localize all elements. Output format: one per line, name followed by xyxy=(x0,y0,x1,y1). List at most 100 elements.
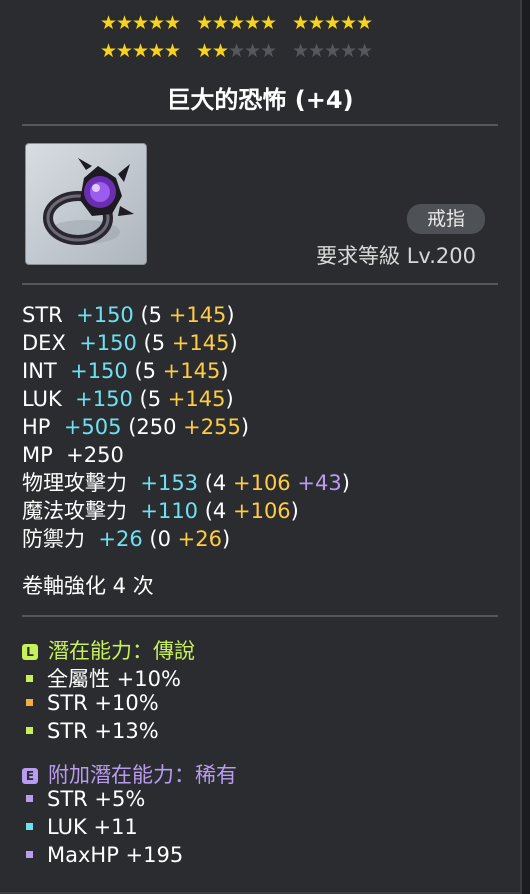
stat-base: 0 xyxy=(157,527,171,551)
epic-grade-icon: E xyxy=(22,768,38,784)
stat-name: INT xyxy=(22,359,57,383)
divider xyxy=(22,283,498,285)
filled-star-icon: ★ xyxy=(164,12,181,34)
stat-scroll-bonus: +145 xyxy=(171,331,230,355)
potential-line-text: STR +5% xyxy=(47,787,146,811)
level-requirement: 要求等級 Lv.200 xyxy=(316,244,476,268)
filled-star-icon: ★ xyxy=(100,40,117,62)
potential-line: STR +5% xyxy=(22,787,145,811)
filled-star-icon: ★ xyxy=(196,12,213,34)
potential-line-text: STR +13% xyxy=(47,719,159,743)
bullet-icon xyxy=(26,823,33,830)
potential-line: 全屬性 +10% xyxy=(22,663,181,693)
stat-name: STR xyxy=(22,303,63,327)
empty-star-icon: ★ xyxy=(228,40,245,62)
empty-star-icon: ★ xyxy=(324,40,341,62)
potential-line: MaxHP +195 xyxy=(22,843,183,867)
filled-star-icon: ★ xyxy=(212,12,229,34)
stat-name: LUK xyxy=(22,387,62,411)
filled-star-icon: ★ xyxy=(164,40,181,62)
stat-total: +150 xyxy=(75,387,133,411)
bullet-icon xyxy=(26,699,33,706)
potential-line: STR +10% xyxy=(22,691,159,715)
divider xyxy=(22,124,498,126)
stat-name: HP xyxy=(22,415,51,439)
stat-base: 5 xyxy=(151,331,166,355)
stat-row: HP +505 (250 +255) xyxy=(22,415,250,439)
legendary-grade-icon: L xyxy=(22,644,38,660)
stat-name: DEX xyxy=(22,331,66,355)
stat-total: +150 xyxy=(76,303,134,327)
filled-star-icon: ★ xyxy=(212,40,229,62)
stat-base: 4 xyxy=(212,499,227,523)
potential-line-text: LUK +11 xyxy=(47,815,138,839)
stat-scroll-bonus: +26 xyxy=(177,527,222,551)
filled-star-icon: ★ xyxy=(228,12,245,34)
filled-star-icon: ★ xyxy=(116,40,133,62)
scroll-count: 卷軸強化 4 次 xyxy=(22,574,154,598)
stat-scroll-bonus: +106 xyxy=(232,499,291,523)
stat-row: STR +150 (5 +145) xyxy=(22,303,235,327)
bullet-icon xyxy=(26,675,33,682)
stat-scroll-bonus: +145 xyxy=(168,303,227,327)
stat-total: +250 xyxy=(66,443,124,467)
filled-star-icon: ★ xyxy=(148,12,165,34)
potential-line: LUK +11 xyxy=(22,815,138,839)
stat-row: LUK +150 (5 +145) xyxy=(22,387,234,411)
potential-line-text: STR +10% xyxy=(47,691,159,715)
star-row-2: ★★★★★ ★★★★★ ★★★★★ xyxy=(100,40,373,62)
filled-star-icon: ★ xyxy=(244,12,261,34)
stat-total: +153 xyxy=(140,471,199,495)
filled-star-icon: ★ xyxy=(116,12,133,34)
stat-flame-bonus: +43 xyxy=(297,471,342,495)
bullet-icon xyxy=(26,795,33,802)
empty-star-icon: ★ xyxy=(260,40,277,62)
stat-row: 物理攻擊力 +153 (4 +106 +43) xyxy=(22,471,350,495)
filled-star-icon: ★ xyxy=(308,12,325,34)
stat-base: 5 xyxy=(147,387,162,411)
additional-potential-header: E 附加潛在能力：稀有 xyxy=(22,759,237,789)
stat-name: 魔法攻擊力 xyxy=(22,499,127,523)
empty-star-icon: ★ xyxy=(244,40,261,62)
bullet-icon xyxy=(26,727,33,734)
filled-star-icon: ★ xyxy=(100,12,117,34)
potential-line: STR +13% xyxy=(22,719,159,743)
stat-row: 防禦力 +26 (0 +26) xyxy=(22,527,231,551)
empty-star-icon: ★ xyxy=(356,40,373,62)
category-badge: 戒指 xyxy=(407,204,485,234)
filled-star-icon: ★ xyxy=(356,12,373,34)
stat-total: +26 xyxy=(98,527,143,551)
empty-star-icon: ★ xyxy=(308,40,325,62)
stat-base: 4 xyxy=(212,471,227,495)
stat-total: +505 xyxy=(63,415,122,439)
stat-row: MP +250 xyxy=(22,441,124,469)
filled-star-icon: ★ xyxy=(148,40,165,62)
stat-base: 5 xyxy=(148,303,163,327)
stat-scroll-bonus: +145 xyxy=(167,387,226,411)
filled-star-icon: ★ xyxy=(292,12,309,34)
filled-star-icon: ★ xyxy=(132,40,149,62)
item-title: 巨大的恐怖 (+4) xyxy=(166,86,354,114)
filled-star-icon: ★ xyxy=(340,12,357,34)
bullet-icon xyxy=(26,851,33,858)
stat-total: +150 xyxy=(70,359,128,383)
stat-scroll-bonus: +106 xyxy=(232,471,291,495)
stat-name: 防禦力 xyxy=(22,527,85,551)
item-tooltip: ★★★★★ ★★★★★ ★★★★★ ★★★★★ ★★★★★ ★★★★★ 巨大的恐怖 (+… xyxy=(0,0,522,894)
star-row-1: ★★★★★ ★★★★★ ★★★★★ xyxy=(100,12,373,34)
stat-scroll-bonus: +255 xyxy=(183,415,241,439)
stat-base: 5 xyxy=(142,359,157,383)
stat-scroll-bonus: +145 xyxy=(162,359,221,383)
empty-star-icon: ★ xyxy=(292,40,309,62)
filled-star-icon: ★ xyxy=(196,40,213,62)
potential-header: L 潛在能力：傳說 xyxy=(22,635,195,665)
stat-name: MP xyxy=(22,443,53,467)
potential-line-text: MaxHP +195 xyxy=(47,843,184,867)
stat-total: +150 xyxy=(79,331,137,355)
ring-icon xyxy=(25,143,147,265)
stat-base: 250 xyxy=(136,415,177,439)
potential-label: 潛在能力：傳說 xyxy=(48,639,195,663)
empty-star-icon: ★ xyxy=(340,40,357,62)
filled-star-icon: ★ xyxy=(324,12,341,34)
stat-total: +110 xyxy=(140,499,199,523)
